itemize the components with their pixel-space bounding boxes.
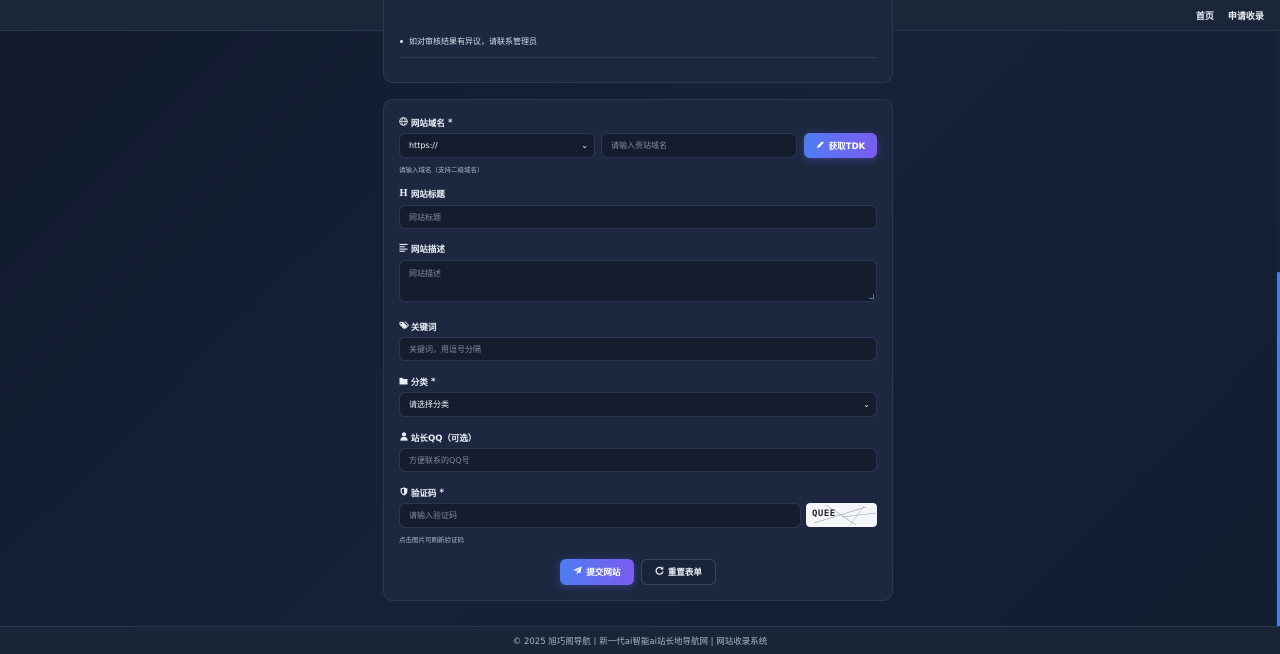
category-label: 分类 *	[399, 376, 435, 388]
page-footer: © 2025 旭巧阁导航丨新一代ai智能ai站长地导航网 | 网站收录系统	[0, 626, 1280, 654]
description-label: 网站描述	[399, 243, 445, 255]
info-card: 如对审核结果有异议，请联系管理员	[383, 0, 893, 83]
heading-icon: H	[399, 189, 408, 199]
qq-placeholder: 方便联系的QQ号	[409, 455, 470, 465]
redo-icon	[655, 566, 664, 578]
keywords-input[interactable]: 关键词，用逗号分隔	[399, 337, 877, 361]
submit-label: 提交网站	[586, 568, 621, 578]
keywords-label: 关键词	[399, 321, 437, 333]
chevron-down-icon: ⌄	[863, 400, 870, 409]
title-label: H 网站标题	[399, 188, 445, 200]
notice-text: 如对审核结果有异议，请联系管理员	[409, 37, 537, 46]
keywords-placeholder: 关键词，用逗号分隔	[409, 344, 481, 354]
protocol-value: https://	[409, 141, 438, 150]
tags-icon	[399, 321, 410, 333]
captcha-placeholder: 请输入验证码	[409, 511, 457, 520]
protocol-select[interactable]: https:// ⌄	[399, 133, 595, 158]
align-left-icon	[399, 243, 408, 255]
reset-label: 重置表单	[667, 568, 702, 578]
domain-input[interactable]: 请输入贵站域名	[601, 133, 797, 158]
submit-form: 网站域名 * https:// ⌄ 请输入贵站域名 获取TDK 请输入域名（支持…	[383, 99, 893, 601]
user-icon	[399, 432, 408, 444]
description-placeholder: 网站描述	[409, 269, 441, 278]
shield-icon	[399, 487, 408, 499]
title-input[interactable]: 网站标题	[399, 205, 877, 229]
submit-button[interactable]: 提交网站	[560, 559, 634, 585]
resize-handle[interactable]	[869, 294, 874, 299]
captcha-label: 验证码 *	[399, 487, 444, 499]
captcha-image-text: QUEE	[812, 509, 836, 519]
captcha-input[interactable]: 请输入验证码	[399, 503, 801, 528]
keywords-label-text: 关键词	[411, 323, 437, 333]
domain-hint: 请输入域名（支持二级域名）	[399, 166, 484, 174]
required-mark: *	[439, 488, 444, 498]
captcha-label-text: 验证码	[411, 489, 437, 499]
required-mark: *	[448, 118, 453, 128]
footer-text: © 2025 旭巧阁导航丨新一代ai智能ai站长地导航网 | 网站收录系统	[512, 636, 768, 647]
nav-home-link[interactable]: 首页	[1196, 9, 1214, 22]
divider	[400, 57, 876, 58]
qq-label-text: 站长QQ（可选）	[411, 434, 477, 444]
category-select[interactable]: 请选择分类 ⌄	[399, 392, 877, 417]
captcha-image[interactable]: QUEE	[806, 503, 877, 527]
domain-label: 网站域名 *	[399, 117, 452, 129]
qq-input[interactable]: 方便联系的QQ号	[399, 448, 877, 472]
chevron-down-icon: ⌄	[581, 141, 588, 150]
pen-icon	[816, 140, 825, 152]
paper-plane-icon	[573, 566, 583, 578]
captcha-hint: 点击图片可刷新验证码	[399, 536, 464, 544]
fetch-tdk-label: 获取TDK	[828, 141, 866, 152]
title-label-text: 网站标题	[411, 190, 446, 200]
globe-icon	[399, 117, 408, 129]
nav-apply-link[interactable]: 申请收录	[1228, 9, 1264, 22]
notice-item: 如对审核结果有异议，请联系管理员	[400, 36, 537, 47]
reset-button[interactable]: 重置表单	[641, 559, 716, 585]
folder-icon	[399, 377, 408, 388]
qq-label: 站长QQ（可选）	[399, 432, 476, 444]
description-textarea[interactable]: 网站描述	[399, 260, 877, 302]
domain-label-text: 网站域名	[411, 119, 446, 129]
category-label-text: 分类	[411, 378, 429, 388]
fetch-tdk-button[interactable]: 获取TDK	[804, 133, 877, 158]
page-scrollbar[interactable]	[1276, 31, 1280, 627]
required-mark: *	[431, 377, 436, 387]
category-selected-value: 请选择分类	[409, 400, 449, 409]
title-placeholder: 网站标题	[409, 212, 441, 222]
description-label-text: 网站描述	[411, 245, 446, 255]
bullet-dot	[400, 40, 403, 43]
domain-placeholder: 请输入贵站域名	[611, 141, 667, 150]
